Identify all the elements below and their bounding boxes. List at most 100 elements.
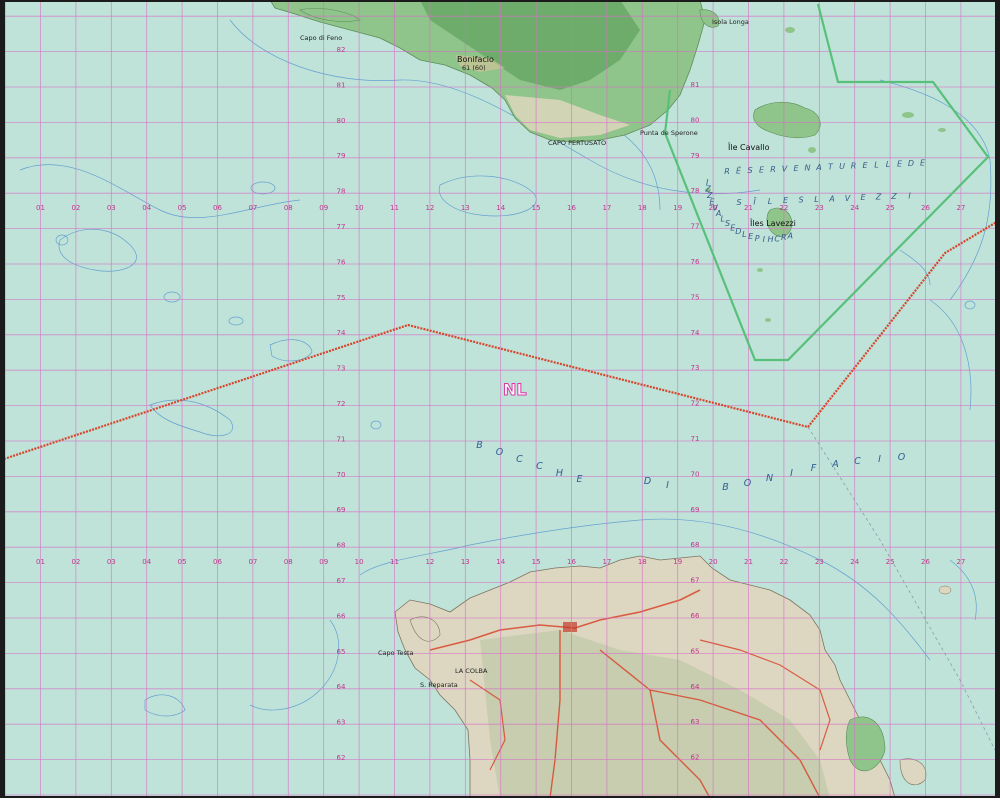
sea-name-letter: I <box>878 454 882 465</box>
grid-column-label: 18 <box>638 204 647 212</box>
sea-name-letter: I <box>666 480 670 491</box>
grid-column-label: 17 <box>602 558 611 566</box>
grid-column-label: 12 <box>425 204 434 212</box>
grid-column-label: 11 <box>390 558 399 566</box>
grid-column-label: 03 <box>107 204 116 212</box>
archipel-name-letter: R <box>781 233 789 242</box>
grid-column-label: 13 <box>461 558 470 566</box>
grid-row-label: 63 <box>691 718 700 726</box>
sea-name-letter: A <box>831 459 840 470</box>
grid-column-label: 01 <box>36 558 45 566</box>
sea-name-letter: B <box>476 440 484 451</box>
capo-pertusato-label: CAPO PERTUSATO <box>548 139 606 147</box>
grid-column-label: 20 <box>709 558 718 566</box>
grid-row-label: 77 <box>337 223 346 231</box>
grid-row-label: 78 <box>691 187 700 195</box>
punta-sperone-label: Punta de Sperone <box>640 129 698 137</box>
reserve-name-letter: S <box>736 198 743 207</box>
capo-di-feno-label: Capo di Feno <box>300 34 342 42</box>
grid-row-label: 69 <box>337 506 346 514</box>
grid-row-label: 68 <box>337 542 346 550</box>
grid-row-label: 74 <box>337 329 346 337</box>
bonifacio-alt-label: 61 (60) <box>462 64 486 72</box>
grid-row-label: 68 <box>691 541 700 549</box>
reserve-name-letter: Z <box>875 193 883 202</box>
grid-row-label: 64 <box>691 683 700 691</box>
grid-column-label: 10 <box>355 558 364 566</box>
grid-column-label: 08 <box>284 558 293 566</box>
grid-column-label: 06 <box>213 204 222 212</box>
grid-column-label: 03 <box>107 558 116 566</box>
grid-column-label: 14 <box>496 558 505 566</box>
capo-testa-label: Capo Testa <box>378 649 413 657</box>
grid-column-label: 27 <box>956 558 965 566</box>
grid-column-label: 25 <box>886 204 895 212</box>
sea-name-letter: E <box>576 474 583 485</box>
grid-column-label: 02 <box>71 204 80 212</box>
grid-row-label: 62 <box>337 754 346 762</box>
sea-name-letter: C <box>536 461 544 472</box>
grid-row-label: 72 <box>691 400 700 408</box>
grid-column-label: 16 <box>567 558 576 566</box>
grid-row-label: 71 <box>691 435 700 443</box>
grid-column-label: 19 <box>673 558 682 566</box>
sea-name-letter: O <box>744 478 752 489</box>
archipel-name-letter: P <box>755 234 762 243</box>
grid-row-label: 72 <box>337 400 346 408</box>
grid-row-label: 76 <box>337 258 346 266</box>
reserve-name-letter: D <box>908 159 916 168</box>
reserve-name-letter: N <box>805 164 813 173</box>
reserve-name-letter: E <box>783 196 790 205</box>
grid-column-label: 23 <box>815 558 824 566</box>
sea-name-letter: D <box>644 476 652 487</box>
grid-row-label: 66 <box>337 612 346 620</box>
archipel-name-letter: I <box>706 178 710 187</box>
grid-column-label: 26 <box>921 558 930 566</box>
reserve-name-letter: E <box>793 164 800 173</box>
la-colba-label: LA COLBA <box>455 667 488 675</box>
sea-name-letter: C <box>516 454 524 465</box>
archipel-name-letter: I <box>763 235 767 244</box>
grid-column-label: 13 <box>461 204 470 212</box>
grid-row-label: 73 <box>691 364 700 372</box>
grid-column-label: 24 <box>850 204 859 212</box>
sea-name-letter: F <box>811 463 817 474</box>
map-canvas: 01 02 03 04 05 06 07 08 09 10 11 12 13 14 15 16 17 18 19 20… <box>0 0 1000 800</box>
grid-column-label: 15 <box>532 204 541 212</box>
grid-column-label: 24 <box>850 558 859 566</box>
reserve-name-letter: E <box>920 159 927 168</box>
ile-cavallo-label: Île Cavallo <box>727 141 770 152</box>
reserve-name-letter: I <box>908 191 912 200</box>
grid-row-label: 80 <box>337 117 346 125</box>
archipel-name-letter: H <box>768 235 776 244</box>
sea-name-letter: O <box>496 447 504 458</box>
grid-column-label: 23 <box>815 204 824 212</box>
grid-row-label: 78 <box>337 188 346 196</box>
nl-label: NL <box>503 380 527 399</box>
grid-column-label: 22 <box>779 558 788 566</box>
grid-row-label: 80 <box>691 116 700 124</box>
grid-row-label: 74 <box>691 329 700 337</box>
grid-row-label: 70 <box>337 471 346 479</box>
reserve-name-letter: Z <box>890 192 898 201</box>
map: 01 02 03 04 05 06 07 08 09 10 11 12 13 14 15 16 17 18 19 20… <box>0 0 1000 800</box>
reserve-name-letter: Î <box>753 195 757 206</box>
sea-name-letter: C <box>854 456 862 467</box>
reserve-name-letter: U <box>839 162 847 171</box>
grid-row-label: 65 <box>691 647 700 655</box>
sea-name-letter: B <box>722 482 730 493</box>
sea-name-letter: N <box>766 473 774 484</box>
archipel-name-letter: E <box>748 232 755 241</box>
grid-row-label: 64 <box>337 683 346 691</box>
reserve-name-letter: S <box>747 166 754 175</box>
grid-column-label: 06 <box>213 558 222 566</box>
grid-row-label: 69 <box>691 506 700 514</box>
grid-row-label: 79 <box>691 152 700 160</box>
grid-column-label: 19 <box>673 204 682 212</box>
grid-column-label: 02 <box>71 558 80 566</box>
grid-column-label: 17 <box>602 204 611 212</box>
grid-column-label: 18 <box>638 558 647 566</box>
grid-column-label: 21 <box>744 204 753 212</box>
reserve-name-letter: R <box>770 165 778 174</box>
reserve-name-letter: A <box>815 163 823 172</box>
